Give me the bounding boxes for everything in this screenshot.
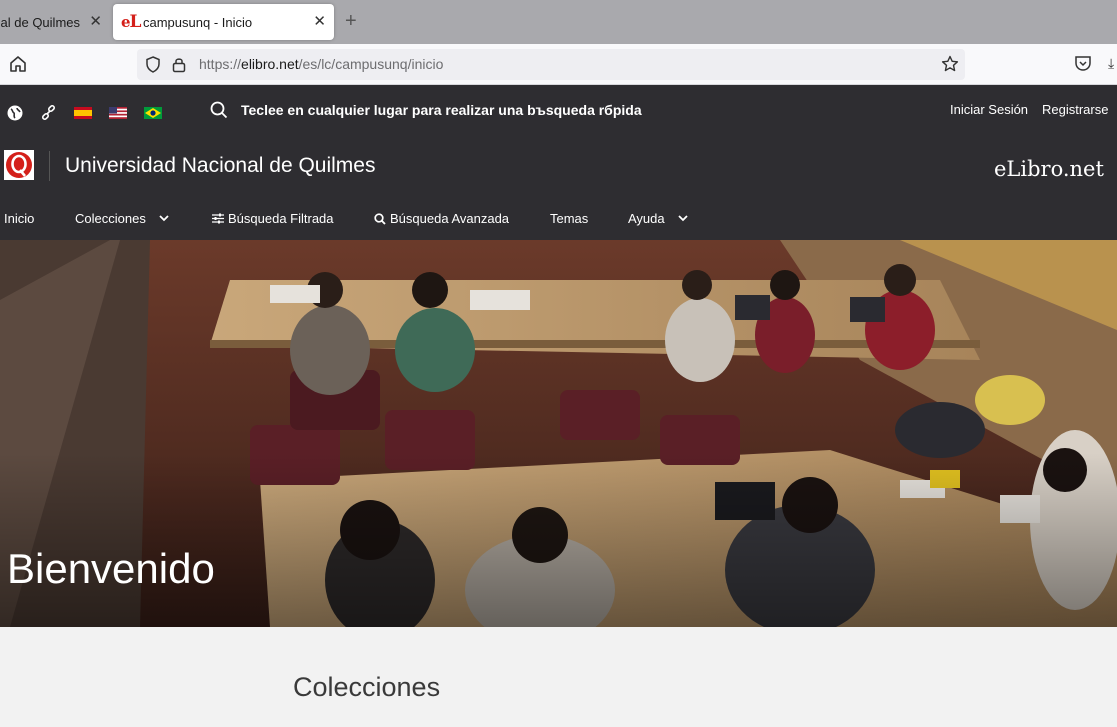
elibro-favicon-icon: eL xyxy=(121,12,141,32)
url-text[interactable]: https://elibro.net/es/lc/campusunq/inici… xyxy=(199,56,443,72)
menu-item-label: Búsqueda Filtrada xyxy=(228,211,334,226)
login-link[interactable]: Iniciar Sesión xyxy=(950,102,1028,117)
collections-section: Colecciones xyxy=(0,627,1117,727)
browser-navbar: https://elibro.net/es/lc/campusunq/inici… xyxy=(0,44,1117,85)
menu-item-label: Inicio xyxy=(4,211,35,226)
register-link[interactable]: Registrarse xyxy=(1042,102,1108,117)
close-icon[interactable]: ✕ xyxy=(89,12,102,30)
section-title: Colecciones xyxy=(293,672,441,702)
university-logo[interactable] xyxy=(4,150,34,180)
menu-item-label: Temas xyxy=(550,211,589,226)
chevron-down-icon xyxy=(159,214,169,221)
flag-us[interactable] xyxy=(109,107,127,119)
lock-icon[interactable] xyxy=(172,56,186,73)
chevron-down-icon xyxy=(678,214,688,221)
flag-es[interactable] xyxy=(74,107,92,119)
hero-banner: Bienvenido xyxy=(0,240,1117,627)
university-logo-icon xyxy=(6,152,32,178)
home-icon[interactable] xyxy=(8,54,28,74)
header-divider xyxy=(49,151,50,181)
menu-item-colecciones[interactable]: Colecciones xyxy=(75,211,174,226)
pocket-icon[interactable] xyxy=(1074,55,1092,72)
sliders-icon xyxy=(212,213,224,224)
extensions-icon[interactable]: ⤓ xyxy=(1108,55,1114,72)
globe-icon[interactable] xyxy=(7,105,23,121)
new-tab-button[interactable]: + xyxy=(345,10,357,33)
hero-title: Bienvenido xyxy=(7,545,215,592)
tab-title: Universidad Nacional de Quilmes xyxy=(0,14,80,30)
close-icon[interactable]: ✕ xyxy=(313,12,326,30)
menu-item-label: Ayuda xyxy=(628,211,665,226)
menu-item-inicio[interactable]: Inicio xyxy=(4,211,34,226)
shield-icon[interactable] xyxy=(145,56,161,73)
menu-item-label: Búsqueda Avanzada xyxy=(390,211,510,226)
menu-item-busqueda-filtrada[interactable]: Búsqueda Filtrada xyxy=(212,211,334,226)
menu-item-busqueda-avanzada[interactable]: Búsqueda Avanzada xyxy=(374,211,509,226)
link-icon[interactable] xyxy=(41,105,56,120)
browser-tab-active[interactable]: eL campusunq - Inicio ✕ xyxy=(113,4,334,40)
menu-item-ayuda[interactable]: Ayuda xyxy=(628,211,693,226)
search-icon xyxy=(374,212,386,225)
site-header: Teclee en cualquier lugar para realizar … xyxy=(0,85,1117,240)
tab-title: campusunq - Inicio xyxy=(143,14,253,30)
menu-item-temas[interactable]: Temas xyxy=(550,211,588,226)
browser-tab-inactive[interactable]: Universidad Nacional de Quilmes ✕ xyxy=(0,4,102,40)
flag-br[interactable] xyxy=(144,107,162,119)
search-icon xyxy=(210,101,228,119)
menu-item-label: Colecciones xyxy=(75,211,146,226)
quick-search-hint[interactable]: Teclee en cualquier lugar para realizar … xyxy=(210,101,642,119)
bookmark-star-icon[interactable] xyxy=(941,55,959,73)
browser-tabstrip: Universidad Nacional de Quilmes ✕ eL cam… xyxy=(0,0,1117,44)
quick-search-text: Teclee en cualquier lugar para realizar … xyxy=(241,102,642,118)
elibro-brand-logo[interactable]: eLibro.net xyxy=(994,157,1104,181)
institution-name[interactable]: Universidad Nacional de Quilmes xyxy=(65,154,375,178)
address-bar[interactable]: https://elibro.net/es/lc/campusunq/inici… xyxy=(137,49,965,80)
